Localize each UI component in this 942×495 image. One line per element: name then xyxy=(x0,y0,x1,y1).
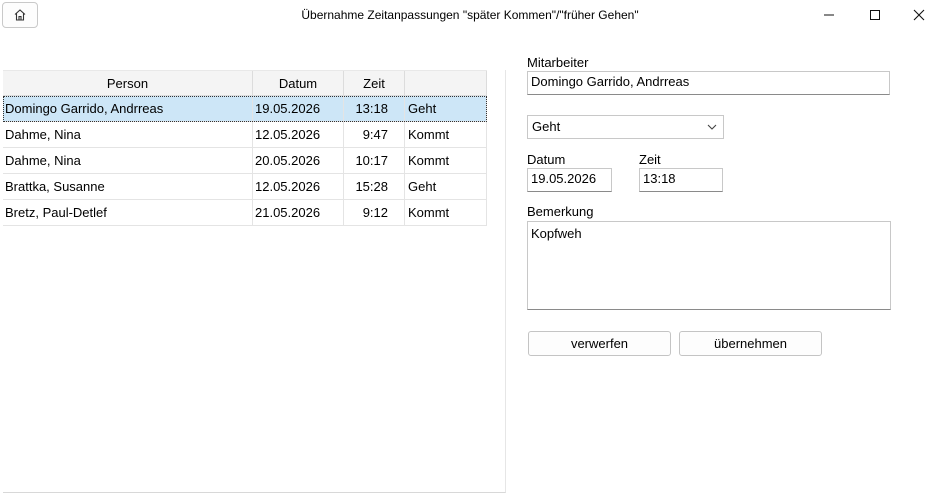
close-icon xyxy=(913,9,925,21)
datum-label: Datum xyxy=(527,152,566,167)
column-header-zeit[interactable]: Zeit xyxy=(344,71,405,95)
datum-value: 19.05.2026 xyxy=(531,171,597,186)
cell-zeit: 9:47 xyxy=(344,122,405,147)
grid-header: Person Datum Zeit xyxy=(3,70,487,96)
column-header-person[interactable]: Person xyxy=(3,71,253,95)
mitarbeiter-field[interactable]: Domingo Garrido, Andrreas xyxy=(527,71,890,95)
title-bar: Übernahme Zeitanpassungen "später Kommen… xyxy=(0,0,942,32)
cell-zeit: 15:28 xyxy=(344,174,405,199)
cell-art: Kommt xyxy=(405,200,487,225)
home-button[interactable] xyxy=(2,2,38,28)
minimize-icon xyxy=(824,14,834,16)
adjustments-grid[interactable]: Person Datum Zeit Domingo Garrido, Andrr… xyxy=(3,70,506,493)
column-header-art[interactable] xyxy=(405,71,487,95)
cell-zeit: 9:12 xyxy=(344,200,405,225)
table-row[interactable]: Dahme, Nina 20.05.2026 10:17 Kommt xyxy=(3,148,487,174)
table-row[interactable]: Bretz, Paul-Detlef 21.05.2026 9:12 Kommt xyxy=(3,200,487,226)
art-select-value: Geht xyxy=(532,119,561,134)
bemerkung-label: Bemerkung xyxy=(527,204,594,219)
cell-zeit: 10:17 xyxy=(344,148,405,173)
verwerfen-button[interactable]: verwerfen xyxy=(528,331,671,356)
cell-datum: 20.05.2026 xyxy=(253,148,344,173)
column-header-datum[interactable]: Datum xyxy=(253,71,344,95)
cell-datum: 12.05.2026 xyxy=(253,122,344,147)
cell-datum: 19.05.2026 xyxy=(253,96,344,121)
zeit-value: 13:18 xyxy=(643,171,676,186)
uebernehmen-label: übernehmen xyxy=(714,336,787,351)
cell-art: Kommt xyxy=(405,148,487,173)
grid-rows: Domingo Garrido, Andrreas 19.05.2026 13:… xyxy=(3,96,487,226)
minimize-button[interactable] xyxy=(806,0,852,30)
cell-art: Geht xyxy=(405,96,487,121)
cell-art: Kommt xyxy=(405,122,487,147)
cell-art: Geht xyxy=(405,174,487,199)
table-row[interactable]: Brattka, Susanne 12.05.2026 15:28 Geht xyxy=(3,174,487,200)
cell-person: Domingo Garrido, Andrreas xyxy=(3,96,253,121)
zeit-label: Zeit xyxy=(639,152,661,167)
datum-field[interactable]: 19.05.2026 xyxy=(527,168,612,192)
zeit-field[interactable]: 13:18 xyxy=(639,168,723,192)
close-button[interactable] xyxy=(896,0,942,30)
bemerkung-textarea[interactable]: Kopfweh xyxy=(527,221,891,310)
uebernehmen-button[interactable]: übernehmen xyxy=(679,331,822,356)
maximize-button[interactable] xyxy=(852,0,898,30)
table-row[interactable]: Dahme, Nina 12.05.2026 9:47 Kommt xyxy=(3,122,487,148)
mitarbeiter-label: Mitarbeiter xyxy=(527,55,589,70)
cell-zeit: 13:18 xyxy=(344,96,405,121)
mitarbeiter-value: Domingo Garrido, Andrreas xyxy=(531,74,690,89)
window-title: Übernahme Zeitanpassungen "später Kommen… xyxy=(301,8,639,22)
table-row[interactable]: Domingo Garrido, Andrreas 19.05.2026 13:… xyxy=(3,96,487,122)
verwerfen-label: verwerfen xyxy=(570,336,629,351)
cell-person: Dahme, Nina xyxy=(3,148,253,173)
art-select[interactable]: Geht xyxy=(527,115,724,139)
chevron-down-icon xyxy=(707,124,717,130)
cell-person: Brattka, Susanne xyxy=(3,174,253,199)
cell-person: Dahme, Nina xyxy=(3,122,253,147)
maximize-icon xyxy=(870,10,880,20)
cell-person: Bretz, Paul-Detlef xyxy=(3,200,253,225)
bemerkung-value: Kopfweh xyxy=(531,226,582,241)
cell-datum: 21.05.2026 xyxy=(253,200,344,225)
cell-datum: 12.05.2026 xyxy=(253,174,344,199)
home-icon xyxy=(14,9,26,21)
